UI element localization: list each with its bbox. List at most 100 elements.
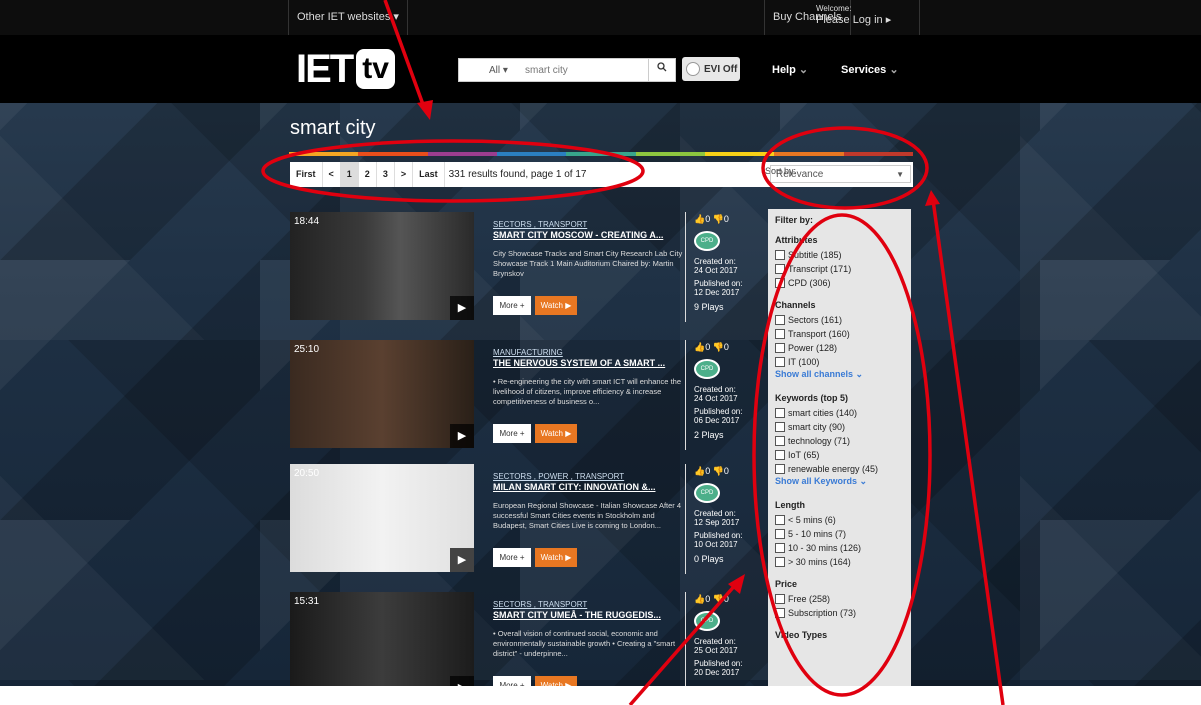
filter-option[interactable]: renewable energy (45) (775, 462, 904, 476)
result-title[interactable]: THE NERVOUS SYSTEM OF A SMART ... (493, 358, 689, 368)
checkbox[interactable] (775, 450, 785, 460)
checkbox[interactable] (775, 329, 785, 339)
pager-page-1[interactable]: 1 (340, 162, 359, 187)
show-all-keywords-link[interactable]: Show all Keywords ⌄ (775, 476, 904, 490)
nav-services[interactable]: Services ⌄ (841, 63, 899, 76)
sort-select[interactable]: Relevance ▼ (770, 165, 911, 183)
filter-option[interactable]: smart city (90) (775, 420, 904, 434)
color-stripe-segment (358, 152, 428, 156)
video-thumbnail[interactable]: 25:10 ▶ (290, 340, 474, 448)
filter-option[interactable]: > 30 mins (164) (775, 555, 904, 569)
color-stripe-segment (496, 152, 567, 156)
checkbox[interactable] (775, 464, 785, 474)
login-link[interactable]: Welcome: Please Log in ▸ (810, 0, 920, 35)
logo-tv: tv (356, 49, 395, 89)
filter-option[interactable]: Subtitle (185) (775, 248, 904, 262)
caret-down-icon: ▼ (896, 170, 904, 179)
filter-option[interactable]: Sectors (161) (775, 313, 904, 327)
search-scope-select[interactable]: All ▾ (459, 65, 525, 76)
more-button[interactable]: More + (493, 676, 531, 686)
checkbox[interactable] (775, 408, 785, 418)
filter-option[interactable]: Free (258) (775, 592, 904, 606)
result-description: City Showcase Tracks and Smart City Rese… (493, 249, 683, 278)
filter-section-title: Video Types (775, 630, 828, 640)
published-date: 12 Dec 2017 (694, 288, 740, 297)
checkbox[interactable] (775, 315, 785, 325)
vote-counts[interactable]: 👍0 👎0 (694, 214, 749, 225)
result-actions: More + Watch ▶ (493, 548, 577, 567)
video-thumbnail[interactable]: 15:31 ▶ (290, 592, 474, 686)
video-thumbnail[interactable]: 18:44 ▶ (290, 212, 474, 320)
pager-next[interactable]: > (395, 162, 414, 187)
search-input[interactable]: smart city (525, 65, 648, 76)
vote-counts[interactable]: 👍0 👎0 (694, 342, 749, 353)
watch-button[interactable]: Watch ▶ (535, 296, 577, 315)
filter-option[interactable]: 5 - 10 mins (7) (775, 527, 904, 541)
result-categories[interactable]: SECTORS , TRANSPORT (493, 220, 689, 229)
checkbox[interactable] (775, 343, 785, 353)
search-icon[interactable] (648, 59, 675, 81)
pager-page-3[interactable]: 3 (377, 162, 395, 187)
filter-option[interactable]: IT (100) (775, 355, 904, 369)
login-label[interactable]: Please Log in ▸ (816, 13, 919, 26)
watch-button[interactable]: Watch ▶ (535, 424, 577, 443)
iet-tv-logo[interactable]: IET tv (296, 47, 395, 91)
filter-option[interactable]: Subscription (73) (775, 606, 904, 620)
checkbox[interactable] (775, 608, 785, 618)
vote-counts[interactable]: 👍0 👎0 (694, 466, 749, 477)
checkbox[interactable] (775, 557, 785, 567)
pager-page-2[interactable]: 2 (359, 162, 377, 187)
created-label: Created on: (694, 257, 736, 266)
published-date: 06 Dec 2017 (694, 416, 740, 425)
watch-button[interactable]: Watch ▶ (535, 676, 577, 686)
checkbox[interactable] (775, 264, 785, 274)
play-icon[interactable]: ▶ (450, 424, 474, 448)
other-iet-websites-menu[interactable]: Other IET websites ▾ (288, 0, 408, 35)
filter-option[interactable]: Transcript (171) (775, 262, 904, 276)
more-button[interactable]: More + (493, 296, 531, 315)
more-button[interactable]: More + (493, 424, 531, 443)
chevron-down-icon: ⌄ (889, 64, 899, 76)
result-item: 15:31 ▶ SECTORS , TRANSPORT SMART CITY U… (290, 592, 742, 686)
filter-option[interactable]: < 5 mins (6) (775, 513, 904, 527)
pager-first[interactable]: First (290, 162, 323, 187)
play-icon[interactable]: ▶ (450, 676, 474, 686)
filter-option[interactable]: IoT (65) (775, 448, 904, 462)
video-thumbnail[interactable]: 20:50 ▶ (290, 464, 474, 572)
filter-option[interactable]: technology (71) (775, 434, 904, 448)
more-button[interactable]: More + (493, 548, 531, 567)
checkbox[interactable] (775, 278, 785, 288)
checkbox[interactable] (775, 594, 785, 604)
filter-option[interactable]: CPD (306) (775, 276, 904, 290)
checkbox[interactable] (775, 436, 785, 446)
checkbox[interactable] (775, 422, 785, 432)
pager-prev[interactable]: < (323, 162, 341, 187)
play-icon[interactable]: ▶ (450, 548, 474, 572)
nav-help[interactable]: Help ⌄ (772, 63, 808, 76)
evi-toggle[interactable]: EVI Off (682, 57, 740, 81)
result-title[interactable]: SMART CITY UMEÅ - THE RUGGEDIS... (493, 610, 689, 620)
checkbox[interactable] (775, 529, 785, 539)
filter-option[interactable]: Power (128) (775, 341, 904, 355)
play-count: 2 Plays (694, 430, 724, 440)
vote-counts[interactable]: 👍0 👎0 (694, 594, 749, 605)
cpd-badge: CPD (694, 611, 720, 631)
checkbox[interactable] (775, 543, 785, 553)
filter-option[interactable]: smart cities (140) (775, 406, 904, 420)
filter-option[interactable]: Transport (160) (775, 327, 904, 341)
result-title[interactable]: SMART CITY MOSCOW - CREATING A... (493, 230, 689, 240)
show-all-channels-link[interactable]: Show all channels ⌄ (775, 369, 904, 383)
play-icon[interactable]: ▶ (450, 296, 474, 320)
checkbox[interactable] (775, 515, 785, 525)
filter-panel: Filter by: Attributes Subtitle (185) Tra… (768, 209, 911, 686)
checkbox[interactable] (775, 357, 785, 367)
result-categories[interactable]: SECTORS , POWER , TRANSPORT (493, 472, 689, 481)
filter-option[interactable]: 10 - 30 mins (126) (775, 541, 904, 555)
result-categories[interactable]: SECTORS , TRANSPORT (493, 600, 689, 609)
watch-button[interactable]: Watch ▶ (535, 548, 577, 567)
pager-last[interactable]: Last (413, 162, 445, 187)
cpd-badge: CPD (694, 359, 720, 379)
result-categories[interactable]: MANUFACTURING (493, 348, 689, 357)
checkbox[interactable] (775, 250, 785, 260)
result-title[interactable]: MILAN SMART CITY: INNOVATION &... (493, 482, 689, 492)
